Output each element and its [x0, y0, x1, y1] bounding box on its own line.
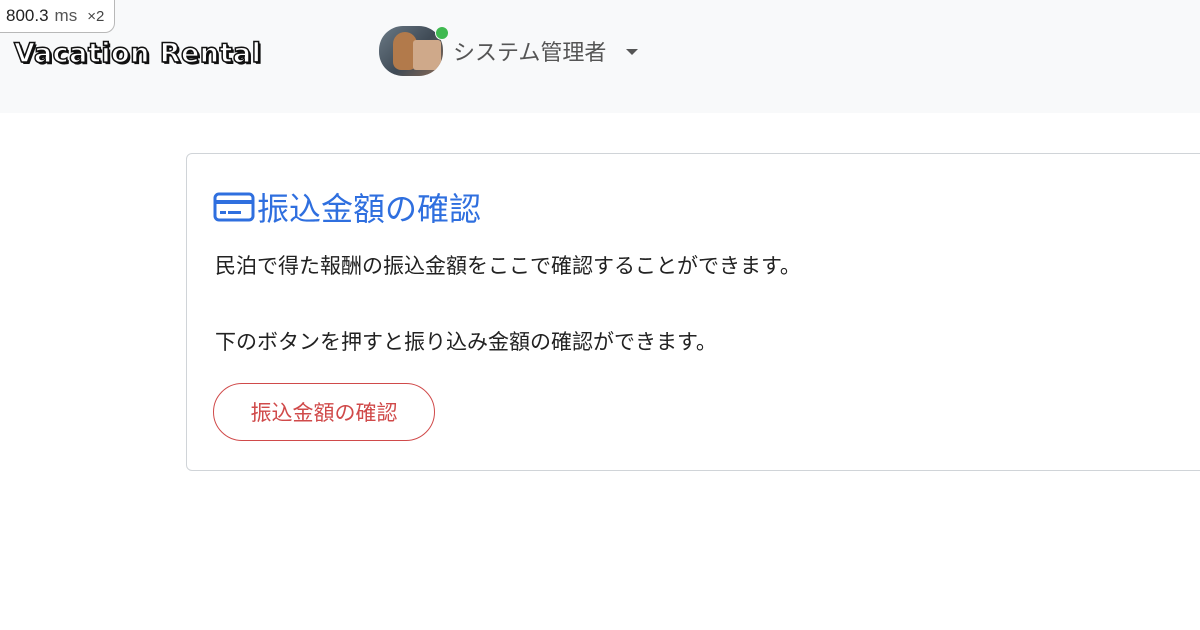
- credit-card-icon: [213, 192, 255, 222]
- card-title: 振込金額の確認: [213, 184, 481, 230]
- confirm-transfer-button[interactable]: 振込金額の確認: [213, 383, 435, 441]
- avatar: [379, 26, 443, 76]
- avatar-laptop-shape: [413, 40, 441, 70]
- card-title-text: 振込金額の確認: [257, 190, 482, 228]
- user-name: システム管理者: [453, 41, 607, 66]
- transfer-card: 振込金額の確認 民泊で得た報酬の振込金額をここで確認することができます。 下のボ…: [186, 153, 1200, 471]
- navbar: Vacation Rental システム管理者: [0, 0, 1200, 113]
- card-description: 民泊で得た報酬の振込金額をここで確認することができます。: [215, 254, 801, 278]
- performance-multiplier: ×2: [87, 7, 105, 25]
- performance-badge: 800.3 ms ×2: [0, 0, 116, 33]
- chevron-down-icon: [626, 49, 639, 55]
- brand-logo[interactable]: Vacation Rental: [13, 37, 261, 70]
- online-status-icon: [435, 26, 449, 40]
- card-instruction: 下のボタンを押すと振り込み金額の確認ができます。: [215, 330, 717, 354]
- user-menu[interactable]: システム管理者: [379, 26, 639, 76]
- performance-unit: ms: [54, 6, 78, 25]
- performance-value: 800.3: [6, 6, 49, 25]
